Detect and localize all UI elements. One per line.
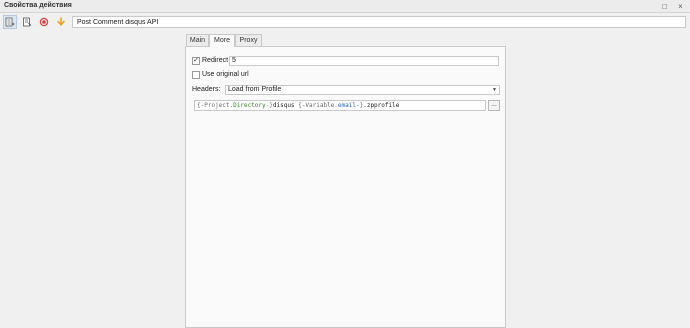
use-original-url-label: Use original url — [202, 71, 249, 78]
chevron-down-icon: ▼ — [492, 87, 497, 93]
tab-main[interactable]: Main — [186, 34, 209, 46]
path-token: {-Variable. — [298, 102, 338, 109]
tab-proxy[interactable]: Proxy — [235, 34, 262, 46]
path-token: email — [337, 102, 356, 109]
window-title: Свойства действия — [4, 2, 72, 9]
arrow-down-icon[interactable] — [54, 15, 68, 29]
path-token: .zpprofile — [363, 102, 400, 109]
close-icon[interactable]: × — [675, 1, 686, 12]
headers-select[interactable]: Load from Profile ▼ — [225, 85, 500, 95]
action-name-input[interactable] — [72, 16, 686, 28]
headers-label: Headers: — [192, 86, 221, 93]
profile-path-input[interactable]: {-Project.Directory-}disqus {-Variable.e… — [194, 100, 486, 111]
path-token: -} — [265, 102, 273, 109]
record-stop-icon[interactable] — [37, 15, 51, 29]
left-panel — [0, 31, 185, 328]
toolbar — [0, 13, 690, 31]
pin-icon[interactable]: □ — [659, 1, 670, 12]
tab-content-more: ✓ Redirect 5 Use original url Headers: L… — [185, 46, 506, 328]
right-panel — [506, 31, 690, 328]
redirect-label: Redirect — [202, 57, 229, 64]
redirect-checkbox[interactable]: ✓ — [192, 57, 200, 65]
tab-more[interactable]: More — [209, 34, 235, 47]
path-token: disqus — [272, 102, 299, 109]
use-original-url-checkbox[interactable] — [192, 71, 200, 79]
path-token: Directory — [233, 102, 266, 109]
title-bar: Свойства действия □ × — [0, 0, 690, 13]
log-document-icon[interactable] — [20, 15, 34, 29]
path-token: {-Project. — [197, 102, 234, 109]
redirect-count-input[interactable]: 5 — [229, 56, 499, 66]
browse-button[interactable]: ... — [488, 100, 500, 111]
properties-list-icon[interactable] — [3, 15, 17, 29]
headers-select-value: Load from Profile — [228, 86, 282, 93]
